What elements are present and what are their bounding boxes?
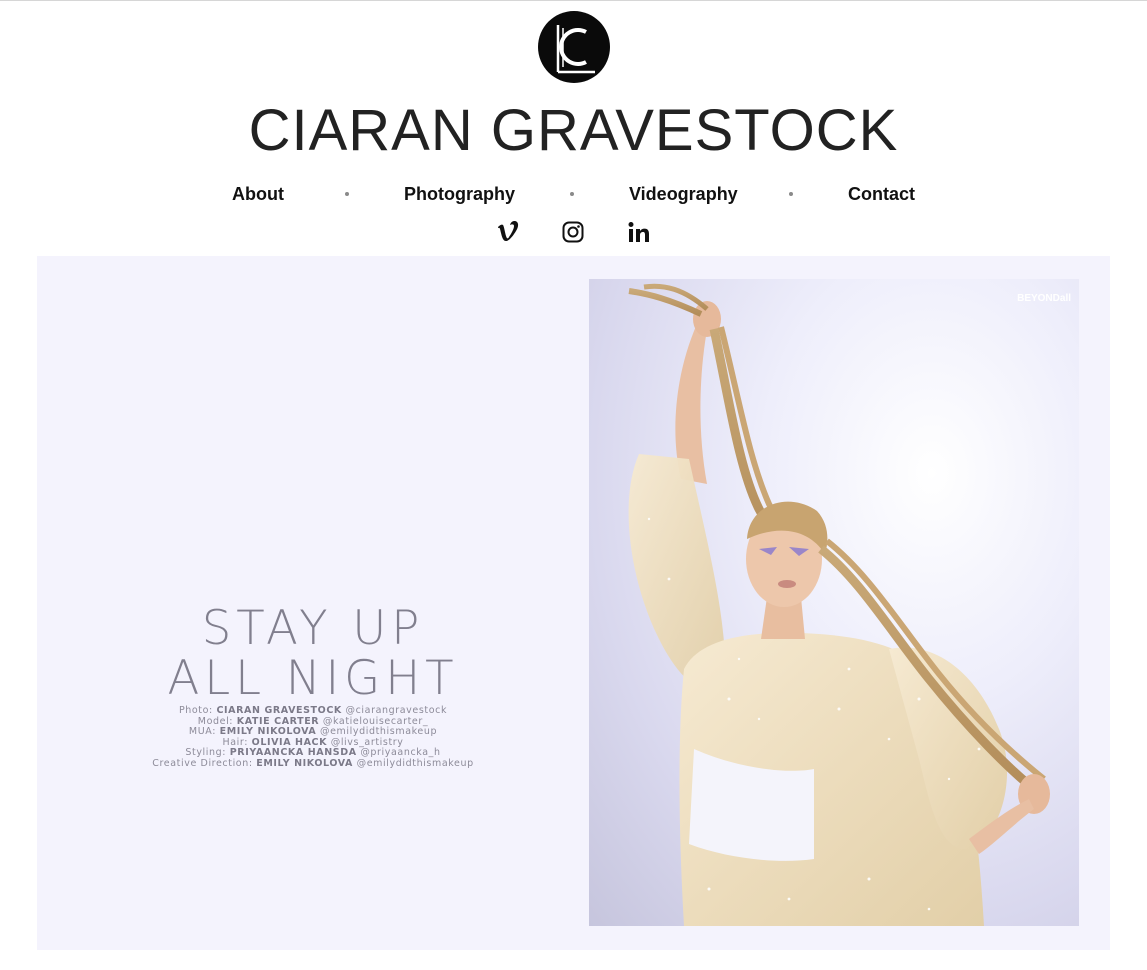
nav-photography[interactable]: Photography <box>404 181 515 207</box>
main-nav: About Photography Videography Contact <box>0 181 1147 207</box>
headline: STAY UP ALL NIGHT <box>139 604 487 704</box>
top-divider <box>0 0 1147 1</box>
hero-banner: STAY UP ALL NIGHT Photo: CIARAN GRAVESTO… <box>37 256 1110 950</box>
monogram-logo-icon <box>538 11 610 83</box>
credits-list: Photo: CIARAN GRAVESTOCK @ciarangravesto… <box>137 705 489 770</box>
nav-separator <box>789 192 793 196</box>
headline-line-2: ALL NIGHT <box>167 651 459 706</box>
photo-brand-mark: BEYONDall <box>1017 293 1071 304</box>
nav-separator <box>345 192 349 196</box>
nav-videography[interactable]: Videography <box>629 181 738 207</box>
headline-line-1: STAY UP <box>201 601 425 656</box>
editorial-photo: BEYONDall <box>589 279 1079 926</box>
nav-separator <box>570 192 574 196</box>
nav-about[interactable]: About <box>232 181 284 207</box>
model-photo-illustration <box>628 283 1050 926</box>
instagram-link[interactable] <box>557 216 589 248</box>
nav-contact[interactable]: Contact <box>848 181 915 207</box>
credit-line: Creative Direction: EMILY NIKOLOVA @emil… <box>152 757 474 769</box>
site-logo[interactable] <box>537 10 611 84</box>
linkedin-icon <box>628 222 649 242</box>
social-links <box>0 216 1147 248</box>
editorial-text-block: STAY UP ALL NIGHT Photo: CIARAN GRAVESTO… <box>137 604 489 770</box>
site-title: CIARAN GRAVESTOCK <box>248 98 899 163</box>
vimeo-icon <box>498 221 519 241</box>
vimeo-link[interactable] <box>492 216 524 248</box>
linkedin-link[interactable] <box>623 216 655 248</box>
instagram-icon <box>562 221 584 243</box>
